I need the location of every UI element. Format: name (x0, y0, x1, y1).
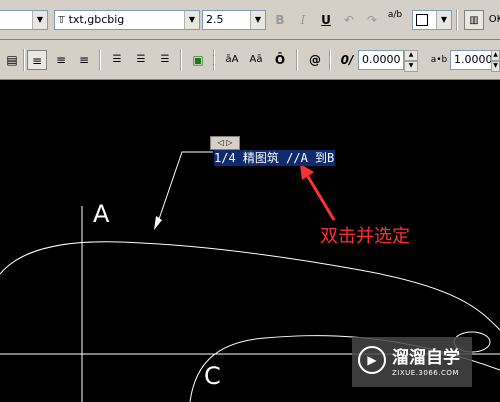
underline-button[interactable]: U (316, 10, 336, 30)
underline-label: U (321, 13, 331, 27)
red-arrow-shaft (305, 174, 336, 221)
text-height-value: 2.5 (206, 13, 224, 26)
annotation-text: 双击并选定 (320, 226, 410, 247)
leader-line (157, 151, 213, 223)
color-swatch-icon (416, 14, 428, 26)
overline-icon[interactable]: Ō (270, 50, 290, 70)
oblique-spinner[interactable]: ▲ ▼ (404, 50, 418, 72)
columns-icon[interactable]: ▤ (2, 50, 22, 70)
toolbar-separator (180, 49, 182, 71)
align-left-icon[interactable]: ≡ (27, 50, 47, 70)
play-logo-icon: ▶ (358, 346, 386, 374)
lettered-list-icon[interactable]: ☰ (155, 50, 175, 70)
text-formatting-toolbar-top: ▼ 𝕋 txt,gbcbig ▼ 2.5 ▼ B I U ↶ ↷ a/b ▼ ▥… (0, 0, 500, 40)
mtext-ruler-handle[interactable]: ◁ ▷ (210, 136, 240, 150)
stack-label: a/b (387, 10, 403, 20)
spline-curve (0, 241, 500, 331)
tracking-spinner[interactable]: ▲ ▼ (491, 50, 500, 72)
ok-label: OK (488, 14, 500, 25)
font-value: txt,gbcbig (68, 13, 125, 26)
numbered-list-icon[interactable]: ☰ (107, 50, 127, 70)
tracking-value: 1.0000 (454, 53, 493, 66)
toolbar-separator (296, 49, 298, 71)
symbol-button[interactable]: @ (305, 50, 325, 70)
mtext-editor-selection[interactable]: 1/4 精图筑 //A 到B (214, 150, 335, 166)
oblique-label: 0/ (340, 53, 354, 67)
toolbar-separator (329, 49, 331, 71)
chevron-down-icon[interactable]: ▼ (184, 11, 199, 29)
text-height-combo[interactable]: 2.5 ▼ (202, 10, 266, 30)
oblique-value: 0.0000 (362, 53, 401, 66)
spin-down-icon[interactable]: ▼ (491, 61, 500, 72)
uppercase-icon[interactable]: āA (222, 50, 242, 70)
watermark: ▶ 溜溜自学 ZIXUE.3066.COM (352, 337, 472, 387)
watermark-title: 溜溜自学 (392, 348, 460, 368)
chevron-down-icon[interactable]: ▼ (250, 11, 265, 29)
ok-button[interactable]: OK (486, 10, 500, 30)
lowercase-icon[interactable]: Aā (246, 50, 266, 70)
font-type-icon: 𝕋 (58, 15, 66, 26)
label-a: A (93, 200, 110, 228)
chevron-down-icon[interactable]: ▼ (436, 11, 451, 29)
watermark-url: ZIXUE.3066.COM (392, 369, 459, 377)
italic-button[interactable]: I (293, 10, 313, 30)
stack-button[interactable]: a/b (385, 10, 405, 30)
text-style-combo[interactable]: ▼ (0, 10, 48, 30)
insert-field-icon[interactable]: ▣ (188, 50, 208, 70)
bold-button[interactable]: B (270, 10, 290, 30)
toolbar-separator (23, 49, 25, 71)
spin-up-icon[interactable]: ▲ (491, 50, 500, 61)
align-right-icon[interactable]: ≡ (74, 50, 94, 70)
align-center-icon[interactable]: ≡ (51, 50, 71, 70)
toolbar-separator (99, 49, 101, 71)
color-combo[interactable]: ▼ (412, 10, 452, 30)
bullet-list-icon[interactable]: ☰ (131, 50, 151, 70)
redo-icon[interactable]: ↷ (362, 10, 382, 30)
oblique-angle-input[interactable]: 0.0000 (358, 50, 404, 70)
label-c: C (204, 362, 221, 390)
spin-up-icon[interactable]: ▲ (404, 50, 418, 61)
italic-label: I (300, 13, 306, 27)
font-combo[interactable]: 𝕋 txt,gbcbig ▼ (54, 10, 200, 30)
toolbar-separator (456, 9, 458, 31)
chevron-down-icon[interactable]: ▼ (32, 11, 47, 29)
symbol-label: @ (309, 53, 321, 67)
undo-icon[interactable]: ↶ (339, 10, 359, 30)
ruler-toggle-icon[interactable]: ▥ (464, 10, 484, 30)
tracking-icon: a•b (428, 50, 450, 70)
bold-label: B (275, 13, 285, 27)
leader-arrowhead (154, 216, 162, 230)
text-formatting-toolbar-bottom: ▤ ≡ ≡ ≡ ☰ ☰ ☰ ▣ āA Aā Ō @ 0/ 0.0000 ▲ ▼ … (0, 40, 500, 80)
oblique-angle-icon: 0/ (336, 50, 358, 70)
tracking-input[interactable]: 1.0000 (450, 50, 493, 70)
spin-down-icon[interactable]: ▼ (404, 61, 418, 72)
tracking-label: a•b (430, 55, 448, 65)
toolbar-separator (213, 49, 215, 71)
